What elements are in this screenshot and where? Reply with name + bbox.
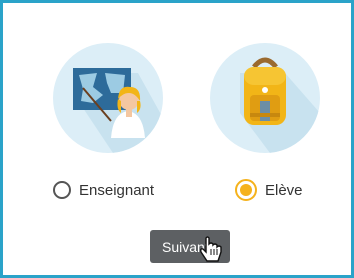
student-label: Elève	[265, 181, 303, 199]
teacher-map-icon	[73, 68, 163, 153]
role-option-teacher[interactable]: Enseignant	[53, 43, 163, 203]
teacher-radio[interactable]	[53, 181, 71, 199]
teacher-radio-option[interactable]: Enseignant	[53, 176, 154, 204]
student-radio-option[interactable]: Elève	[235, 176, 303, 204]
role-selection-panel: Enseignant Elève Suivant	[0, 0, 354, 278]
teacher-illustration[interactable]	[53, 43, 163, 153]
teacher-label: Enseignant	[79, 181, 155, 199]
student-illustration[interactable]	[210, 43, 320, 153]
hand-cursor-icon	[200, 236, 222, 262]
role-option-student[interactable]: Elève	[210, 43, 320, 203]
backpack-icon	[240, 57, 320, 153]
student-radio[interactable]	[235, 179, 257, 201]
